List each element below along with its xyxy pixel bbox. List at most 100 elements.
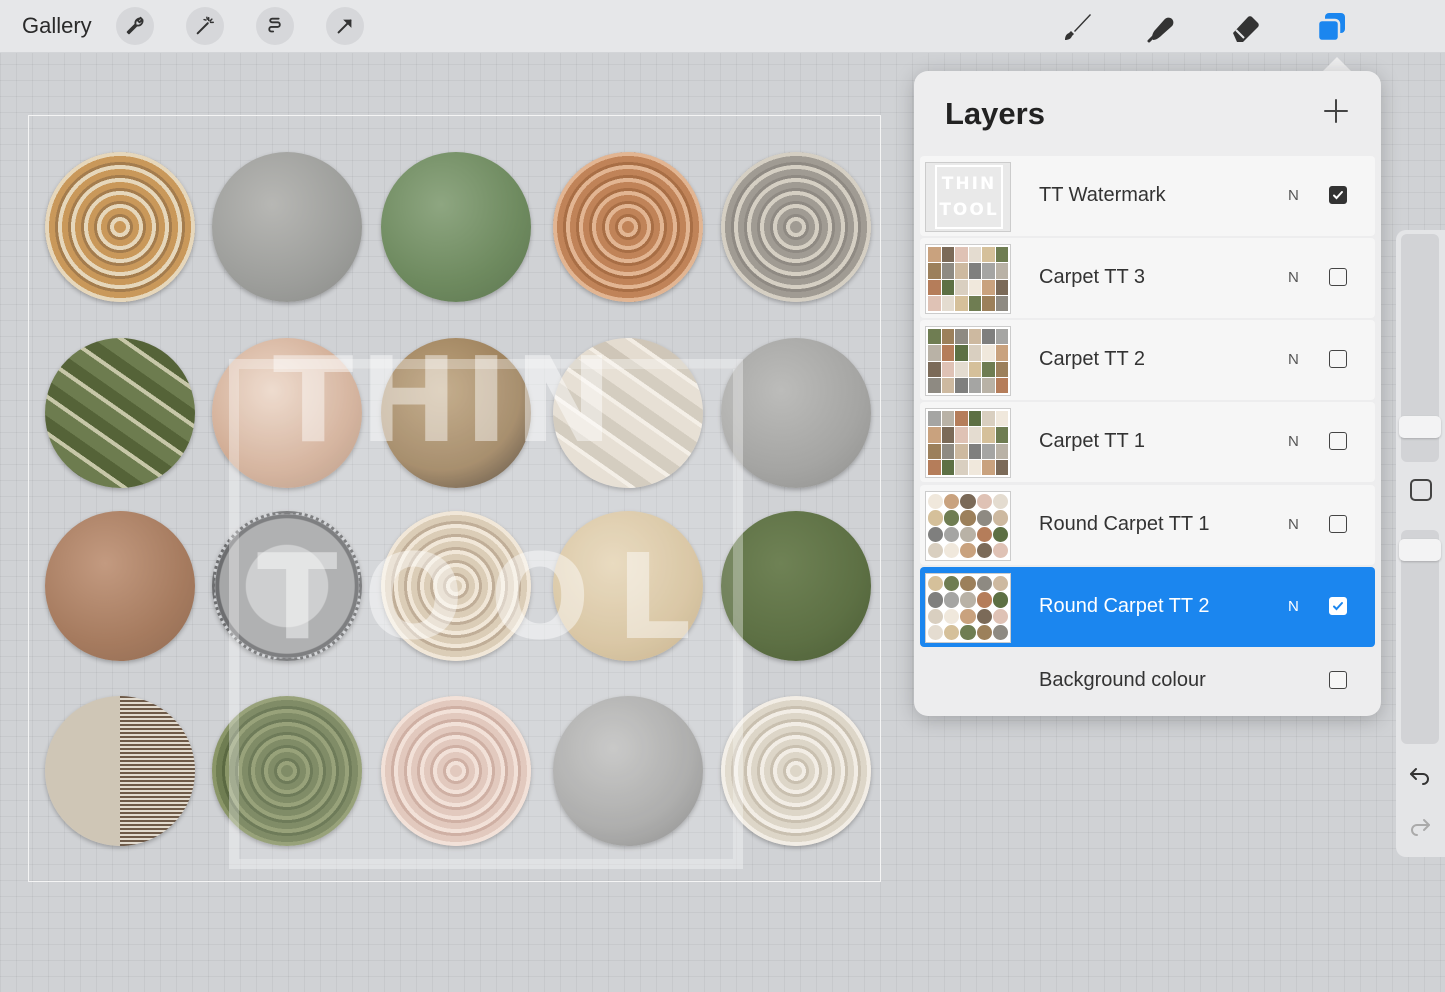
layer-name: Carpet TT 1 xyxy=(1039,430,1145,452)
redo-icon[interactable] xyxy=(1408,816,1432,836)
thumbnail-swatch xyxy=(928,526,944,542)
layer-thumbnail: THIN TOOL xyxy=(925,162,1011,232)
thumbnail-swatch xyxy=(928,459,941,475)
visibility-checkbox[interactable] xyxy=(1329,671,1347,689)
thumbnail-swatch xyxy=(928,427,941,443)
layer-name: Carpet TT 2 xyxy=(1039,348,1145,370)
thumbnail-swatch xyxy=(944,592,960,608)
thumbnail-swatch xyxy=(955,263,968,279)
thumbnail-swatches xyxy=(926,409,1010,477)
thumbnail-swatch xyxy=(992,608,1008,624)
round-carpet xyxy=(721,696,871,846)
visibility-checkbox[interactable] xyxy=(1329,515,1347,533)
layer-row-round-carpet-tt-2[interactable]: Round Carpet TT 2 N xyxy=(920,567,1375,647)
blend-mode-button[interactable]: N xyxy=(1288,269,1299,286)
layer-row-carpet-tt-2[interactable]: Carpet TT 2 N xyxy=(920,320,1375,400)
thumbnail-swatch xyxy=(955,443,968,459)
thumbnail-swatch xyxy=(928,624,944,640)
visibility-checkbox[interactable] xyxy=(1329,186,1347,204)
layer-row-round-carpet-tt-1[interactable]: Round Carpet TT 1 N xyxy=(920,485,1375,565)
brush-icon[interactable] xyxy=(1057,7,1097,47)
thumbnail-swatch xyxy=(968,411,981,427)
eraser-icon[interactable] xyxy=(1226,7,1266,47)
opacity-handle[interactable] xyxy=(1399,539,1441,561)
blend-mode-button[interactable]: N xyxy=(1288,516,1299,533)
artwork-canvas[interactable]: THIN TOOL xyxy=(28,115,881,882)
blend-mode-button[interactable]: N xyxy=(1288,433,1299,450)
round-carpet xyxy=(45,696,195,846)
round-carpet xyxy=(553,696,703,846)
blend-mode-button[interactable]: N xyxy=(1288,187,1299,204)
thumbnail-swatch xyxy=(995,411,1008,427)
thumbnail-swatch xyxy=(968,279,981,295)
visibility-checkbox[interactable] xyxy=(1329,597,1347,615)
blend-mode-button[interactable]: N xyxy=(1288,598,1299,615)
transform-arrow-icon[interactable] xyxy=(326,7,364,45)
thumbnail-swatch xyxy=(976,510,992,526)
gallery-button[interactable]: Gallery xyxy=(22,13,92,39)
thumbnail-swatch xyxy=(960,576,976,592)
thumbnail-swatch xyxy=(982,329,995,345)
round-carpet xyxy=(45,152,195,302)
thumbnail-swatches xyxy=(926,492,1010,560)
visibility-checkbox[interactable] xyxy=(1329,432,1347,450)
thumbnail-swatch xyxy=(976,526,992,542)
layer-row-carpet-tt-3[interactable]: Carpet TT 3 N xyxy=(920,238,1375,318)
magic-wand-icon[interactable] xyxy=(186,7,224,45)
layer-row-background-colour[interactable]: Background colour xyxy=(920,649,1375,711)
thumbnail-swatch xyxy=(941,279,954,295)
undo-icon[interactable] xyxy=(1408,765,1432,785)
layer-row-carpet-tt-1[interactable]: Carpet TT 1 N xyxy=(920,402,1375,482)
layer-name: TT Watermark xyxy=(1039,184,1166,206)
thumbnail-swatch xyxy=(995,263,1008,279)
thumbnail-swatch xyxy=(928,443,941,459)
round-carpet xyxy=(381,511,531,661)
thumbnail-swatch xyxy=(995,247,1008,263)
thumbnail-swatch xyxy=(928,576,944,592)
visibility-checkbox[interactable] xyxy=(1329,350,1347,368)
thumbnail-swatch xyxy=(968,247,981,263)
thumbnail-swatch xyxy=(955,329,968,345)
layer-thumbnail xyxy=(925,408,1011,478)
round-carpet xyxy=(553,511,703,661)
plus-icon[interactable] xyxy=(1322,97,1350,125)
thumbnail-swatch xyxy=(955,377,968,393)
selection-icon[interactable] xyxy=(256,7,294,45)
thumbnail-swatch xyxy=(982,345,995,361)
thumbnail-swatch xyxy=(941,329,954,345)
thumbnail-swatch xyxy=(992,526,1008,542)
smudge-icon[interactable] xyxy=(1141,7,1181,47)
thumbnail-swatch xyxy=(955,345,968,361)
thumbnail-swatch xyxy=(968,345,981,361)
thumbnail-swatch xyxy=(995,459,1008,475)
round-carpet xyxy=(45,511,195,661)
thumbnail-swatch xyxy=(955,459,968,475)
top-toolbar: Gallery xyxy=(0,0,1445,53)
brush-size-handle[interactable] xyxy=(1399,416,1441,438)
thumbnail-swatch xyxy=(944,526,960,542)
thumbnail-swatch xyxy=(992,592,1008,608)
thumbnail-swatch xyxy=(982,427,995,443)
layers-icon[interactable] xyxy=(1311,7,1351,47)
round-carpet xyxy=(212,511,362,661)
thumbnail-swatch xyxy=(944,494,960,510)
thumbnail-swatch xyxy=(941,427,954,443)
thumbnail-swatch xyxy=(976,592,992,608)
thumbnail-swatch xyxy=(976,494,992,510)
thumbnail-swatch xyxy=(928,345,941,361)
square-modify-icon[interactable] xyxy=(1410,479,1432,501)
layer-row-tt-watermark[interactable]: THIN TOOL TT Watermark N xyxy=(920,156,1375,236)
thumbnail-swatch xyxy=(944,624,960,640)
visibility-checkbox[interactable] xyxy=(1329,268,1347,286)
thumbnail-swatch xyxy=(960,624,976,640)
opacity-slider[interactable] xyxy=(1401,530,1439,744)
thumbnail-swatch xyxy=(992,542,1008,558)
thumbnail-swatch xyxy=(992,624,1008,640)
blend-mode-button[interactable]: N xyxy=(1288,351,1299,368)
thumbnail-swatch xyxy=(941,443,954,459)
thumbnail-swatch xyxy=(982,377,995,393)
thumbnail-swatch xyxy=(928,329,941,345)
wrench-icon[interactable] xyxy=(116,7,154,45)
thumbnail-swatch xyxy=(982,443,995,459)
round-carpet xyxy=(212,152,362,302)
